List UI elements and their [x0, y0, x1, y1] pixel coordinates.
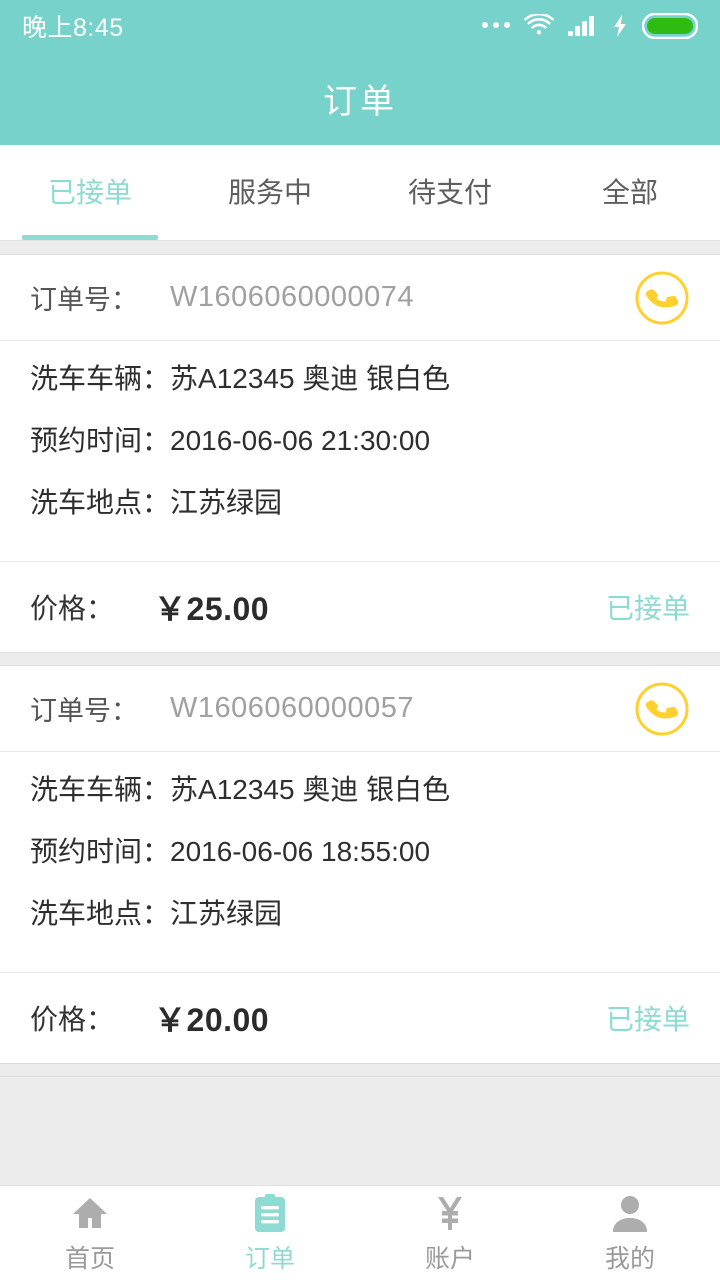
status-bar-time: 晚上8:45	[22, 14, 124, 42]
vehicle-row: 洗车车辆： 苏A12345 奥迪 银白色	[30, 768, 690, 830]
yuan-icon	[438, 1196, 462, 1230]
nav-item-orders[interactable]: 订单	[180, 1186, 360, 1280]
nav-item-label: 订单	[244, 1244, 295, 1273]
app-header: 晚上8:45 订单	[0, 0, 720, 145]
order-card[interactable]: 订单号： W1606060000057 洗车车辆： 苏A12345 奥迪 银白色…	[0, 666, 720, 1063]
appointment-row: 预约时间： 2016-06-06 18:55:00	[30, 830, 690, 892]
vehicle-value: 苏A12345 奥迪 银白色	[170, 774, 451, 805]
bottom-navigation: 首页 订单 账户 我的	[0, 1185, 720, 1280]
nav-item-label: 首页	[64, 1244, 115, 1273]
order-list[interactable]: 订单号： W1606060000074 洗车车辆： 苏A12345 奥迪 银白色…	[0, 241, 720, 1185]
price-row: 价格： ￥25.00 已接单	[0, 562, 720, 652]
list-separator	[0, 241, 720, 255]
appointment-label: 预约时间：	[30, 836, 171, 867]
order-card[interactable]: 订单号： W1606060000074 洗车车辆： 苏A12345 奥迪 银白色…	[0, 255, 720, 652]
signal-bars-icon	[568, 16, 594, 36]
page-title: 订单	[323, 83, 397, 121]
status-badge: 已接单	[605, 593, 690, 624]
tab-label: 待支付	[407, 176, 492, 208]
appointment-label: 预约时间：	[30, 425, 171, 456]
tab-pending-payment[interactable]: 待支付	[360, 145, 540, 240]
phone-call-icon[interactable]	[634, 681, 690, 737]
list-separator	[0, 652, 720, 666]
location-label: 洗车地点：	[30, 487, 171, 518]
nav-item-profile[interactable]: 我的	[540, 1186, 720, 1280]
location-label: 洗车地点：	[30, 898, 171, 929]
status-badge: 已接单	[605, 1004, 690, 1035]
location-row: 洗车地点： 江苏绿园	[30, 481, 690, 543]
list-separator	[0, 1063, 720, 1077]
order-status-tabs: 已接单 服务中 待支付 全部	[0, 145, 720, 241]
wifi-icon	[524, 14, 554, 35]
price-label: 价格：	[30, 593, 115, 624]
battery-icon	[642, 13, 698, 39]
tab-label: 已接单	[47, 176, 132, 208]
tab-all[interactable]: 全部	[540, 145, 720, 240]
nav-item-label: 账户	[424, 1244, 475, 1273]
location-value: 江苏绿园	[170, 898, 283, 929]
status-bar-icons	[482, 13, 698, 39]
location-row: 洗车地点： 江苏绿园	[30, 892, 690, 954]
clipboard-icon	[255, 1193, 285, 1232]
order-number-label: 订单号：	[30, 285, 138, 315]
tab-label: 服务中	[227, 176, 312, 208]
nav-item-home[interactable]: 首页	[0, 1186, 180, 1280]
tab-in-service[interactable]: 服务中	[180, 145, 360, 240]
more-dots-icon	[482, 22, 510, 30]
appointment-value: 2016-06-06 21:30:00	[170, 425, 431, 456]
appointment-row: 预约时间： 2016-06-06 21:30:00	[30, 419, 690, 481]
nav-item-account[interactable]: 账户	[360, 1186, 540, 1280]
appointment-value: 2016-06-06 18:55:00	[170, 836, 431, 867]
tab-accepted[interactable]: 已接单	[0, 145, 180, 240]
price-row: 价格： ￥20.00 已接单	[0, 973, 720, 1063]
phone-call-icon[interactable]	[634, 270, 690, 326]
order-detail-block: 洗车车辆： 苏A12345 奥迪 银白色 预约时间： 2016-06-06 18…	[0, 752, 720, 973]
status-bar: 晚上8:45	[0, 0, 720, 52]
vehicle-value: 苏A12345 奥迪 银白色	[170, 363, 451, 394]
order-detail-block: 洗车车辆： 苏A12345 奥迪 银白色 预约时间： 2016-06-06 21…	[0, 341, 720, 562]
vehicle-label: 洗车车辆：	[30, 363, 171, 394]
charging-bolt-icon	[614, 15, 626, 37]
app-root: 晚上8:45 订单 已接单 服务中 待支付 全部 订单号： W160606000…	[0, 0, 720, 1280]
person-icon	[613, 1195, 647, 1232]
price-value: ￥25.00	[154, 591, 270, 627]
nav-item-label: 我的	[604, 1244, 655, 1273]
location-value: 江苏绿园	[170, 487, 283, 518]
home-icon	[73, 1197, 107, 1228]
order-number-value: W1606060000057	[170, 692, 415, 724]
vehicle-row: 洗车车辆： 苏A12345 奥迪 银白色	[30, 357, 690, 419]
vehicle-label: 洗车车辆：	[30, 774, 171, 805]
order-number-row: 订单号： W1606060000057	[0, 666, 720, 752]
order-number-row: 订单号： W1606060000074	[0, 255, 720, 341]
tab-label: 全部	[601, 176, 658, 208]
price-label: 价格：	[30, 1004, 115, 1035]
order-number-label: 订单号：	[30, 696, 138, 726]
price-value: ￥20.00	[154, 1002, 270, 1038]
order-number-value: W1606060000074	[170, 281, 415, 313]
